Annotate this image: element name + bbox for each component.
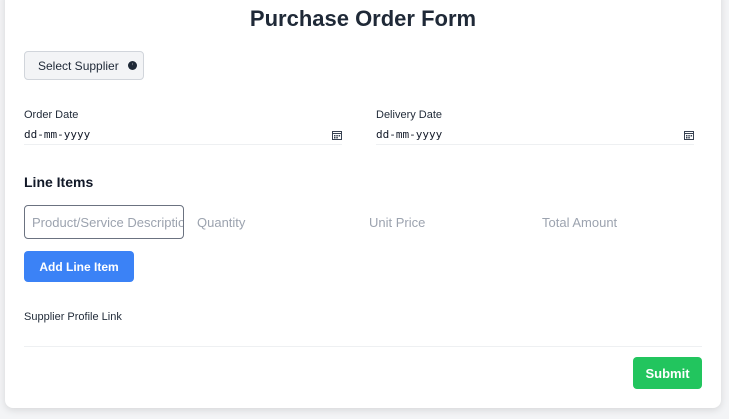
unit-price-input[interactable]: Unit Price <box>369 205 529 239</box>
add-line-item-button[interactable]: Add Line Item <box>24 251 134 282</box>
add-line-item-label: Add Line Item <box>39 259 119 274</box>
calendar-icon[interactable] <box>332 130 342 140</box>
submit-button[interactable]: Submit <box>633 357 702 389</box>
supplier-profile-link-input[interactable] <box>24 328 702 347</box>
page-title: Purchase Order Form <box>249 6 477 31</box>
order-date-input[interactable]: dd-mm-yyyy <box>24 125 342 145</box>
description-placeholder: Product/Service Description <box>32 214 184 230</box>
delivery-date-value: dd-mm-yyyy <box>376 128 443 141</box>
supplier-profile-link-label: Supplier Profile Link <box>24 311 122 323</box>
quantity-placeholder: Quantity <box>197 214 246 230</box>
order-date-label: Order Date <box>24 109 79 121</box>
description-input[interactable]: Product/Service Description <box>24 205 184 239</box>
total-amount-input[interactable]: Total Amount <box>542 205 702 239</box>
order-date-value: dd-mm-yyyy <box>24 128 91 141</box>
unit-price-placeholder: Unit Price <box>369 214 426 230</box>
delivery-date-input[interactable]: dd-mm-yyyy <box>376 125 694 145</box>
quantity-input[interactable]: Quantity <box>197 205 357 239</box>
line-items-heading: Line Items <box>24 174 94 190</box>
select-supplier-button[interactable]: Select Supplier <box>24 51 144 80</box>
purchase-order-card: Purchase Order Form Select Supplier Orde… <box>5 0 721 408</box>
calendar-icon[interactable] <box>684 130 694 140</box>
total-amount-placeholder: Total Amount <box>542 214 618 230</box>
circle-half-icon <box>127 60 138 71</box>
select-supplier-label: Select Supplier <box>38 58 119 73</box>
delivery-date-label: Delivery Date <box>376 109 443 121</box>
submit-label: Submit <box>645 365 690 381</box>
